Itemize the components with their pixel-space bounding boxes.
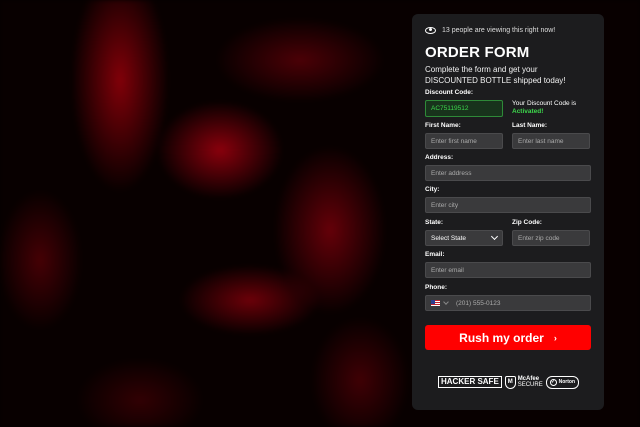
mcafee-secure-text: SECURE	[517, 382, 543, 388]
rush-order-label: Rush my order	[459, 330, 544, 345]
email-label: Email:	[425, 251, 445, 258]
last-name-label: Last Name:	[512, 122, 548, 129]
city-label: City:	[425, 186, 440, 193]
country-dropdown-icon	[443, 299, 449, 305]
zip-input[interactable]: Enter zip code	[512, 230, 590, 246]
first-name-input[interactable]: Enter first name	[425, 133, 503, 149]
zip-label: Zip Code:	[512, 219, 542, 226]
email-input[interactable]: Enter email	[425, 262, 591, 278]
address-label: Address:	[425, 154, 454, 161]
mcafee-secure-badge: M McAfee SECURE	[504, 375, 543, 389]
discount-status: Your Discount Code is Activated!	[512, 100, 576, 116]
first-name-label: First Name:	[425, 122, 461, 129]
discount-note: Your Discount Code is	[512, 100, 577, 107]
arrow-right-icon: ›	[553, 332, 557, 343]
eye-icon	[425, 26, 436, 34]
hacker-safe-text: HACKER SAFE	[441, 377, 499, 386]
discount-activated: Activated!	[512, 108, 544, 115]
check-icon: ✓	[549, 378, 557, 386]
phone-label: Phone:	[425, 284, 448, 291]
discount-code-field[interactable]: AC75119512	[425, 100, 503, 117]
norton-badge: ✓ Norton	[545, 375, 579, 389]
viewer-count: 13 people are viewing this right now!	[425, 24, 591, 36]
last-name-input[interactable]: Enter last name	[512, 133, 590, 149]
order-form-panel: 13 people are viewing this right now! OR…	[412, 14, 604, 410]
form-title: ORDER FORM	[425, 44, 530, 61]
subtitle-line-2: DISCOUNTED BOTTLE shipped today!	[425, 76, 566, 85]
address-input[interactable]: Enter address	[425, 165, 591, 181]
viewer-count-text: 13 people are viewing this right now!	[442, 26, 556, 34]
form-subtitle: Complete the form and get your DISCOUNTE…	[425, 64, 591, 86]
state-select[interactable]: Select State	[425, 230, 503, 246]
rush-order-button[interactable]: Rush my order ›	[425, 325, 591, 350]
hacker-safe-badge: HACKER SAFE	[438, 376, 502, 388]
discount-code-label: Discount Code:	[425, 89, 474, 96]
city-input[interactable]: Enter city	[425, 197, 591, 213]
us-flag-icon[interactable]	[431, 300, 440, 306]
subtitle-line-1: Complete the form and get your	[425, 65, 538, 74]
trust-badges: HACKER SAFE M McAfee SECURE ✓ Norton	[425, 373, 591, 391]
state-label: State:	[425, 219, 444, 226]
phone-input[interactable]: (201) 555-0123	[425, 295, 591, 311]
shield-icon: M	[504, 375, 516, 389]
chevron-down-icon	[490, 232, 499, 241]
state-selected: Select State	[431, 234, 467, 242]
norton-text: Norton	[558, 379, 575, 385]
phone-placeholder: (201) 555-0123	[456, 299, 501, 307]
